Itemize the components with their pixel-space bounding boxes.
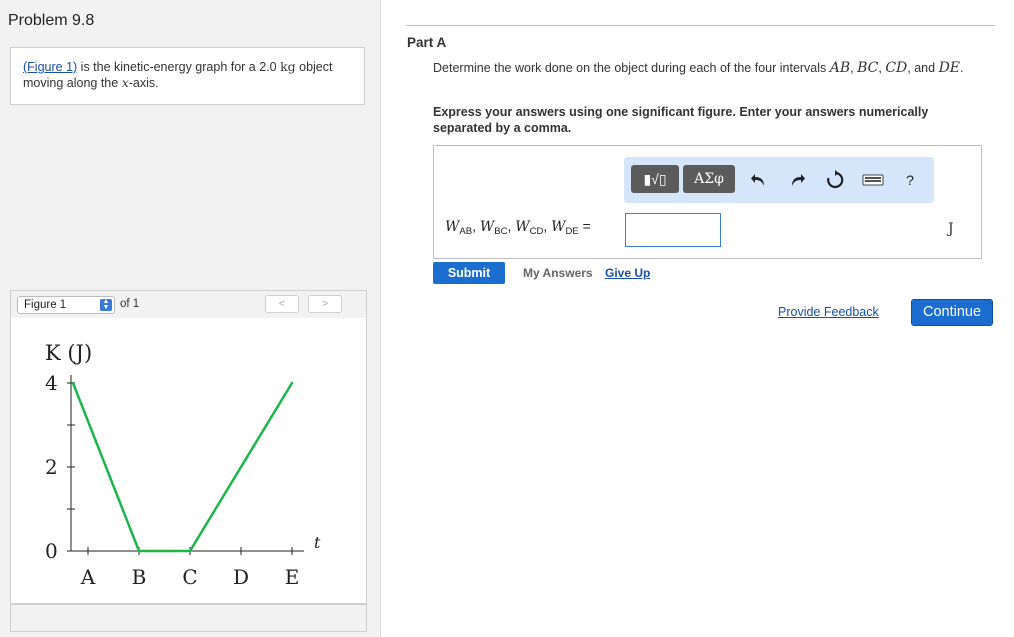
help-button[interactable]: ? — [900, 170, 920, 190]
instruction-text: Express your answers using one significa… — [433, 105, 929, 135]
math-toolbar: ▮√▯ ΑΣφ ? — [624, 157, 934, 203]
x-tick-label: E — [285, 565, 300, 589]
w-symbol: W — [479, 219, 495, 235]
figure-count: of 1 — [120, 298, 140, 310]
question-lead: Determine the work done on the object du… — [433, 61, 830, 75]
question-text: Determine the work done on the object du… — [433, 61, 978, 76]
x-axis-label: t — [314, 533, 321, 552]
figure-select-value: Figure 1 — [24, 299, 67, 311]
sub-cd: CD — [529, 226, 544, 237]
reset-icon[interactable] — [825, 170, 845, 190]
series-segment — [71, 381, 141, 553]
w-symbol: W — [551, 219, 566, 235]
y-tick-label: 4 — [45, 371, 58, 395]
figure-link[interactable]: (Figure 1) — [23, 60, 77, 74]
w-symbol: W — [515, 219, 530, 235]
problem-pane: Problem 9.8 (Figure 1) is the kinetic-en… — [0, 0, 381, 637]
intro-text-3: -axis. — [128, 76, 159, 90]
answer-box: ▮√▯ ΑΣφ ? WAB, WBC, WCD, WDE = J — [433, 145, 982, 259]
comma-sep: , — [543, 218, 552, 234]
w-symbol: W — [445, 219, 460, 235]
provide-feedback-link[interactable]: Provide Feedback — [778, 305, 879, 319]
x-tick-label: C — [182, 565, 197, 589]
give-up-link[interactable]: Give Up — [605, 266, 650, 280]
symbols-icon: ΑΣφ — [694, 171, 724, 187]
undo-icon[interactable] — [749, 170, 769, 190]
end-period: . — [960, 61, 964, 75]
series-point — [290, 381, 294, 385]
intro-text-1: is the kinetic-energy graph for a 2.0 — [77, 60, 281, 74]
chevron-left-icon: < — [278, 298, 286, 310]
sub-de: DE — [565, 226, 579, 237]
keyboard-icon[interactable] — [862, 170, 884, 190]
series-segment — [188, 465, 243, 553]
chart-marks — [71, 381, 294, 553]
submit-button[interactable]: Submit — [433, 262, 505, 284]
symbols-button[interactable]: ΑΣφ — [683, 165, 735, 193]
figure-toolbar: Figure 1 ▲ ▼ of 1 < > — [10, 290, 367, 318]
kinetic-energy-chart: K (J) 0 2 4 A B C D Et — [45, 341, 321, 589]
continue-button[interactable]: Continue — [911, 299, 993, 326]
and-text: , and — [907, 61, 939, 75]
answer-label: WAB, WBC, WCD, WDE = — [445, 218, 591, 237]
y-axis-label: K (J) — [45, 341, 92, 365]
redo-icon[interactable] — [787, 170, 807, 190]
part-title: Part A — [407, 35, 447, 50]
series-segment — [239, 381, 294, 469]
my-answers-label: My Answers — [523, 266, 593, 280]
select-updown-icon: ▲ ▼ — [100, 298, 112, 311]
templates-button[interactable]: ▮√▯ — [631, 165, 679, 193]
series-point — [239, 465, 243, 469]
x-tick-label: D — [233, 565, 249, 589]
sub-bc: BC — [494, 226, 508, 237]
series-point — [188, 549, 192, 553]
intro-var: x — [121, 75, 129, 90]
problem-intro: (Figure 1) is the kinetic-energy graph f… — [10, 47, 365, 105]
answer-input[interactable] — [625, 213, 721, 247]
y-tick-label: 2 — [45, 455, 58, 479]
interval-de: DE — [938, 60, 961, 76]
y-axis-label-group: K (J) — [45, 341, 92, 365]
templates-icon: ▮√▯ — [643, 171, 667, 187]
figure-select[interactable]: Figure 1 ▲ ▼ — [17, 296, 115, 314]
interval-cd: CD — [885, 60, 908, 76]
interval-bc: BC — [857, 60, 879, 76]
chevron-right-icon: > — [321, 298, 329, 310]
interval-ab: AB — [829, 60, 851, 76]
x-tick-label: A — [80, 565, 96, 589]
question-mark-icon: ? — [906, 172, 914, 188]
top-divider — [406, 25, 995, 26]
series-point — [137, 549, 141, 553]
figure-panel: K (J) 0 2 4 A B C D Et — [10, 318, 367, 604]
prev-figure-button[interactable]: < — [265, 295, 299, 313]
next-figure-button[interactable]: > — [308, 295, 342, 313]
y-tick-label: 0 — [45, 539, 58, 563]
comma-sep: , — [472, 218, 480, 234]
figure-footer-strip — [10, 604, 367, 632]
unit-label: J — [948, 221, 954, 237]
intro-unit: kg — [280, 59, 296, 74]
series-point — [71, 381, 75, 385]
problem-title: Problem 9.8 — [8, 12, 95, 29]
x-tick-label: B — [132, 565, 147, 589]
equals-sign: = — [578, 218, 591, 234]
sub-ab: AB — [459, 226, 473, 237]
